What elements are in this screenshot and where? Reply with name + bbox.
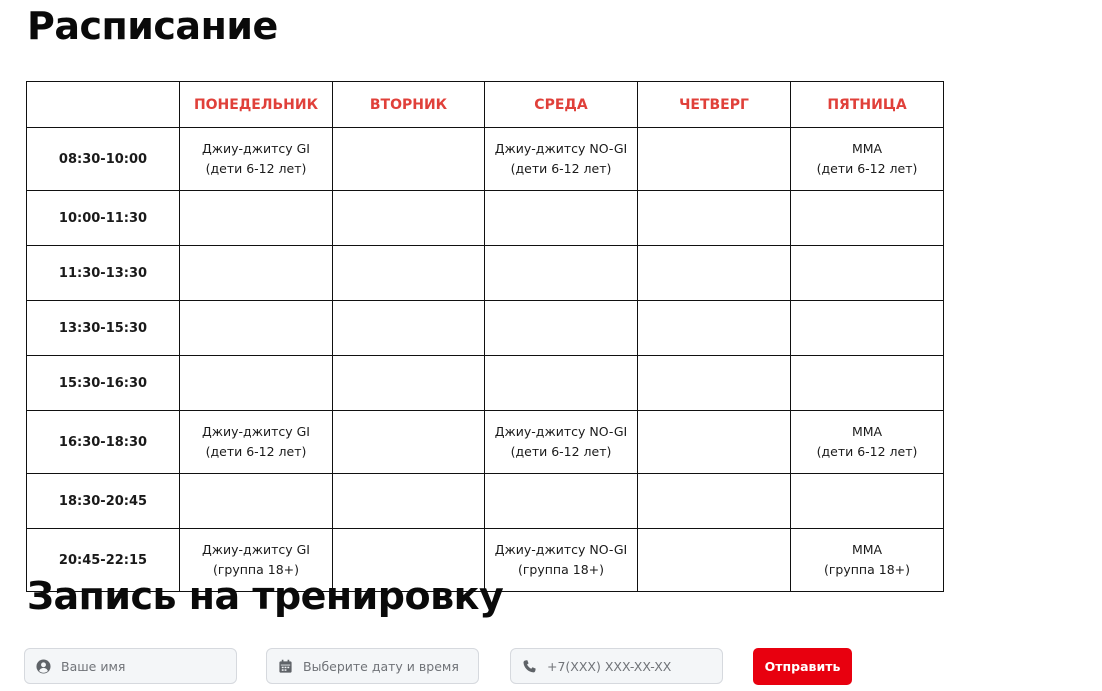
class-cell: Джиу-джитсу NO-GI (дети 6-12 лет): [484, 410, 638, 474]
schedule-row: 08:30-10:00 Джиу-джитсу GI (дети 6-12 лет)…: [26, 127, 944, 191]
class-cell: MMA (дети 6-12 лет): [790, 127, 944, 191]
empty-cell: [484, 300, 638, 356]
empty-cell: [637, 245, 791, 301]
schedule-row: 11:30-13:30: [26, 245, 944, 301]
class-name: Джиу-джитсу GI: [202, 542, 310, 557]
class-name: Джиу-джитсу NO-GI: [494, 141, 628, 156]
empty-cell: [484, 473, 638, 529]
empty-cell: [637, 473, 791, 529]
empty-cell: [790, 190, 944, 246]
class-name: Джиу-джитсу NO-GI: [494, 542, 628, 557]
class-group: (дети 6-12 лет): [510, 161, 612, 176]
class-group: (дети 6-12 лет): [205, 444, 307, 459]
day-header: ПОНЕДЕЛЬНИК: [179, 81, 333, 128]
class-name: Джиу-джитсу GI: [202, 141, 310, 156]
empty-cell: [637, 355, 791, 411]
time-slot: 18:30-20:45: [26, 473, 180, 529]
page: Расписание ПОНЕДЕЛЬНИК ВТОРНИК СРЕДА ЧЕТ…: [0, 0, 1102, 691]
schedule-title: Расписание: [27, 4, 278, 48]
empty-cell: [790, 473, 944, 529]
corner-cell: [26, 81, 180, 128]
schedule-row: 13:30-15:30: [26, 300, 944, 356]
class-name: MMA: [851, 141, 883, 156]
class-group: (группа 18+): [823, 562, 910, 577]
empty-cell: [332, 127, 485, 191]
date-input[interactable]: [303, 649, 473, 683]
day-header: ЧЕТВЕРГ: [637, 81, 791, 128]
time-slot: 10:00-11:30: [26, 190, 180, 246]
class-cell: Джиу-джитсу NO-GI (группа 18+): [484, 528, 638, 592]
class-name: MMA: [851, 542, 883, 557]
class-name: MMA: [851, 424, 883, 439]
time-slot: 15:30-16:30: [26, 355, 180, 411]
class-name: Джиу-джитсу GI: [202, 424, 310, 439]
empty-cell: [332, 473, 485, 529]
class-cell: MMA (группа 18+): [790, 528, 944, 592]
booking-form-title: Запись на тренировку: [27, 574, 504, 618]
empty-cell: [637, 127, 791, 191]
day-header: ВТОРНИК: [332, 81, 485, 128]
phone-icon: [523, 660, 536, 673]
empty-cell: [484, 245, 638, 301]
submit-button[interactable]: Отправить: [753, 648, 852, 685]
empty-cell: [332, 190, 485, 246]
class-group: (дети 6-12 лет): [816, 444, 918, 459]
user-icon: [36, 659, 51, 674]
empty-cell: [790, 245, 944, 301]
empty-cell: [332, 355, 485, 411]
class-cell: Джиу-джитсу GI (дети 6-12 лет): [179, 410, 333, 474]
empty-cell: [179, 300, 333, 356]
class-group: (дети 6-12 лет): [816, 161, 918, 176]
empty-cell: [332, 410, 485, 474]
schedule-table: ПОНЕДЕЛЬНИК ВТОРНИК СРЕДА ЧЕТВЕРГ ПЯТНИЦ…: [26, 81, 944, 592]
phone-field[interactable]: [510, 648, 723, 684]
class-cell: Джиу-джитсу GI (дети 6-12 лет): [179, 127, 333, 191]
time-slot: 11:30-13:30: [26, 245, 180, 301]
empty-cell: [332, 300, 485, 356]
class-group: (дети 6-12 лет): [205, 161, 307, 176]
class-cell: Джиу-джитсу NO-GI (дети 6-12 лет): [484, 127, 638, 191]
empty-cell: [790, 300, 944, 356]
day-header: ПЯТНИЦА: [790, 81, 944, 128]
time-slot: 13:30-15:30: [26, 300, 180, 356]
empty-cell: [790, 355, 944, 411]
schedule-row: 15:30-16:30: [26, 355, 944, 411]
calendar-icon: [279, 659, 292, 673]
date-field[interactable]: [266, 648, 479, 684]
empty-cell: [637, 410, 791, 474]
empty-cell: [637, 190, 791, 246]
time-slot: 16:30-18:30: [26, 410, 180, 474]
empty-cell: [484, 190, 638, 246]
name-field[interactable]: [24, 648, 237, 684]
empty-cell: [484, 355, 638, 411]
schedule-row: 10:00-11:30: [26, 190, 944, 246]
empty-cell: [179, 245, 333, 301]
empty-cell: [179, 473, 333, 529]
time-slot: 08:30-10:00: [26, 127, 180, 191]
empty-cell: [179, 355, 333, 411]
day-header: СРЕДА: [484, 81, 638, 128]
schedule-row: 16:30-18:30 Джиу-джитсу GI (дети 6-12 лет)…: [26, 410, 944, 474]
schedule-row: 18:30-20:45: [26, 473, 944, 529]
empty-cell: [332, 245, 485, 301]
name-input[interactable]: [61, 649, 231, 683]
empty-cell: [179, 190, 333, 246]
schedule-header-row: ПОНЕДЕЛЬНИК ВТОРНИК СРЕДА ЧЕТВЕРГ ПЯТНИЦ…: [26, 81, 944, 128]
phone-input[interactable]: [547, 649, 717, 683]
class-group: (группа 18+): [517, 562, 604, 577]
class-name: Джиу-джитсу NO-GI: [494, 424, 628, 439]
class-group: (дети 6-12 лет): [510, 444, 612, 459]
class-cell: MMA (дети 6-12 лет): [790, 410, 944, 474]
empty-cell: [637, 528, 791, 592]
empty-cell: [637, 300, 791, 356]
